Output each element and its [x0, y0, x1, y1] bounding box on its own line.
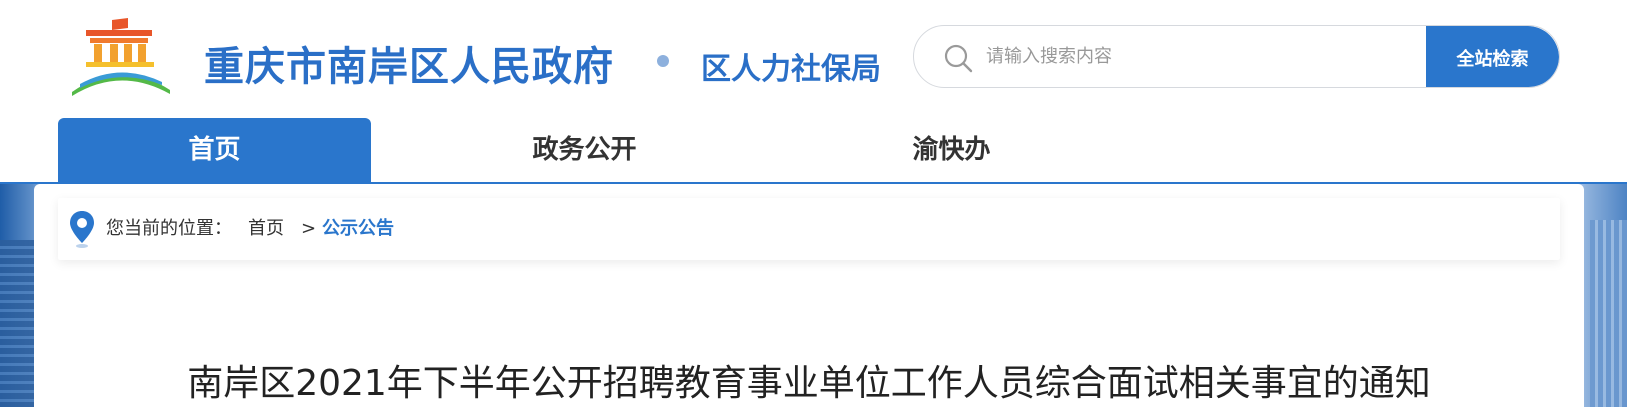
article-title: 南岸区2021年下半年公开招聘教育事业单位工作人员综合面试相关事宜的通知: [187, 363, 1431, 404]
breadcrumb: 您当前的位置： 首页 > 公示公告: [58, 198, 1560, 260]
breadcrumb-current[interactable]: 公示公告: [322, 198, 394, 260]
content-panel: 您当前的位置： 首页 > 公示公告 南岸区2021年下半年公开招聘教育事业单位工…: [34, 184, 1584, 407]
government-logo-icon[interactable]: [66, 14, 174, 98]
title-separator-dot: [657, 55, 669, 67]
breadcrumb-home-link[interactable]: 首页: [248, 198, 284, 260]
site-search-button[interactable]: 全站检索: [1426, 26, 1559, 87]
breadcrumb-prefix: 您当前的位置：: [106, 218, 232, 239]
search-input[interactable]: [986, 26, 1456, 87]
search-bar: 全站检索: [913, 25, 1560, 88]
nav-item-home[interactable]: 首页: [58, 118, 371, 182]
search-icon: [944, 44, 973, 73]
background-building-left: [0, 240, 34, 407]
site-title[interactable]: 重庆市南岸区人民政府: [204, 34, 614, 92]
nav-item-government-affairs[interactable]: 政务公开: [428, 118, 741, 182]
main-nav: 首页 政务公开 渝快办: [0, 118, 1627, 184]
background-building-right: [1590, 220, 1627, 407]
nav-item-yukuaiban[interactable]: 渝快办: [795, 118, 1108, 182]
location-pin-icon: [70, 211, 94, 248]
breadcrumb-separator: >: [301, 218, 317, 239]
site-header: 重庆市南岸区人民政府 区人力社保局 全站检索 首页 政务公开 渝快办: [0, 0, 1627, 184]
department-name[interactable]: 区人力社保局: [701, 44, 881, 88]
